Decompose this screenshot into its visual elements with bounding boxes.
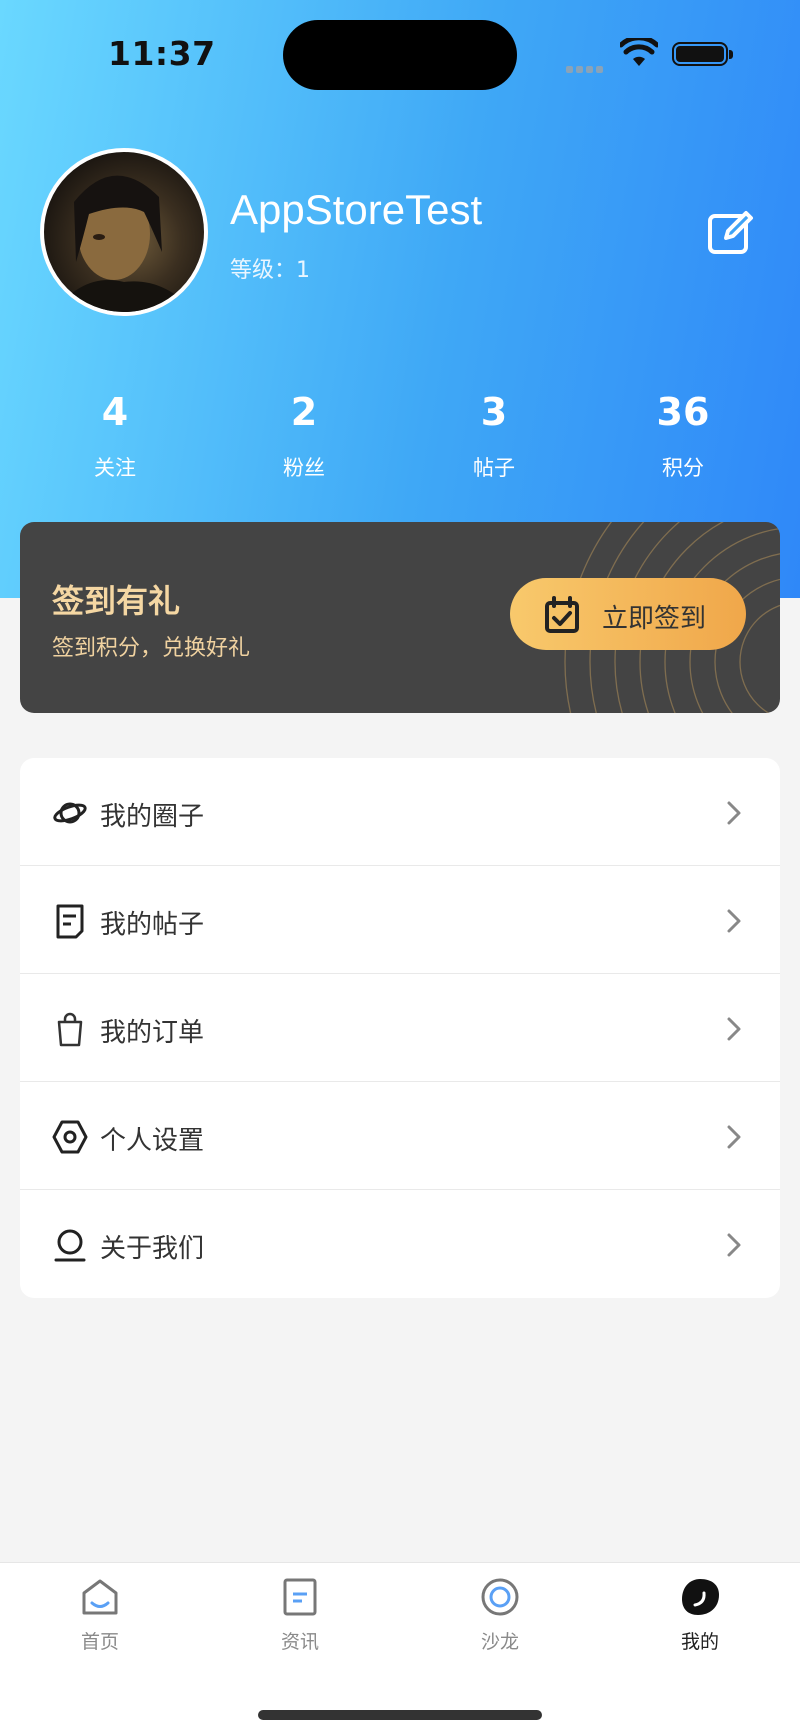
- stat-following[interactable]: 4 关注: [40, 390, 190, 482]
- chevron-right-icon: [727, 1233, 741, 1257]
- stat-followers[interactable]: 2 粉丝: [229, 390, 379, 482]
- stats-row: 4 关注 2 粉丝 3 帖子 36 积分: [0, 390, 800, 490]
- planet-icon: [53, 802, 87, 824]
- signin-button[interactable]: 立即签到: [510, 578, 746, 650]
- settings-hexagon-icon: [52, 1120, 88, 1154]
- news-icon: [283, 1578, 317, 1616]
- stat-points[interactable]: 36 积分: [608, 390, 758, 482]
- tab-salon[interactable]: 沙龙: [440, 1577, 560, 1654]
- wifi-icon: [620, 38, 658, 66]
- stat-label: 帖子: [473, 456, 515, 480]
- tab-label: 沙龙: [480, 1631, 519, 1653]
- edit-profile-icon[interactable]: [706, 208, 754, 256]
- chevron-right-icon: [727, 801, 741, 825]
- chevron-right-icon: [727, 1125, 741, 1149]
- stat-value: 4: [101, 390, 129, 434]
- tab-home[interactable]: 首页: [40, 1577, 160, 1654]
- username: AppStoreTest: [230, 186, 483, 233]
- status-time: 11:37: [108, 34, 216, 73]
- chevron-right-icon: [727, 1017, 741, 1041]
- user-level: 等级：1: [230, 252, 310, 284]
- menu-label: 我的圈子: [100, 802, 205, 832]
- menu-list: 我的圈子 我的帖子 我的订单 个人设置 关于我们: [20, 758, 780, 1298]
- menu-label: 个人设置: [100, 1126, 205, 1156]
- signin-button-label: 立即签到: [602, 604, 707, 634]
- home-icon: [82, 1579, 118, 1615]
- stat-value: 3: [480, 390, 508, 434]
- salon-circle-icon: [481, 1578, 519, 1616]
- tab-news[interactable]: 资讯: [240, 1577, 360, 1654]
- home-indicator[interactable]: [258, 1710, 542, 1720]
- profile-icon: [682, 1579, 719, 1615]
- stat-value: 36: [656, 390, 710, 434]
- signin-title: 签到有礼: [52, 582, 181, 620]
- stat-value: 2: [290, 390, 318, 434]
- person-icon: [54, 1229, 86, 1262]
- tab-label: 我的: [680, 1631, 719, 1653]
- menu-item-about-us[interactable]: 关于我们: [20, 1190, 780, 1298]
- tab-label: 首页: [80, 1631, 119, 1653]
- menu-item-my-circles[interactable]: 我的圈子: [20, 758, 780, 866]
- document-icon: [56, 904, 84, 939]
- stat-posts[interactable]: 3 帖子: [419, 390, 569, 482]
- level-label: 等级：: [230, 258, 297, 283]
- signin-card: 签到有礼 签到积分，兑换好礼 立即签到: [20, 522, 780, 713]
- shopping-bag-icon: [57, 1012, 83, 1047]
- signal-icon: [566, 58, 606, 77]
- chevron-right-icon: [727, 909, 741, 933]
- avatar[interactable]: [40, 148, 208, 316]
- tab-profile[interactable]: 我的: [640, 1577, 760, 1654]
- tab-bar: 首页 资讯 沙龙 我的: [0, 1562, 800, 1734]
- menu-item-settings[interactable]: 个人设置: [20, 1082, 780, 1190]
- stat-label: 关注: [94, 456, 136, 480]
- menu-item-my-posts[interactable]: 我的帖子: [20, 866, 780, 974]
- signin-subtitle: 签到积分，兑换好礼: [52, 636, 251, 661]
- menu-label: 关于我们: [100, 1234, 205, 1264]
- status-bar: 11:37: [0, 0, 800, 110]
- level-value: 1: [296, 258, 311, 283]
- menu-label: 我的订单: [100, 1018, 205, 1048]
- battery-icon: [672, 42, 733, 66]
- menu-item-my-orders[interactable]: 我的订单: [20, 974, 780, 1082]
- menu-label: 我的帖子: [100, 910, 205, 940]
- stat-label: 积分: [662, 456, 704, 480]
- dynamic-island: [283, 20, 517, 90]
- stat-label: 粉丝: [283, 456, 325, 480]
- tab-label: 资讯: [280, 1631, 319, 1653]
- calendar-check-icon: [545, 596, 579, 633]
